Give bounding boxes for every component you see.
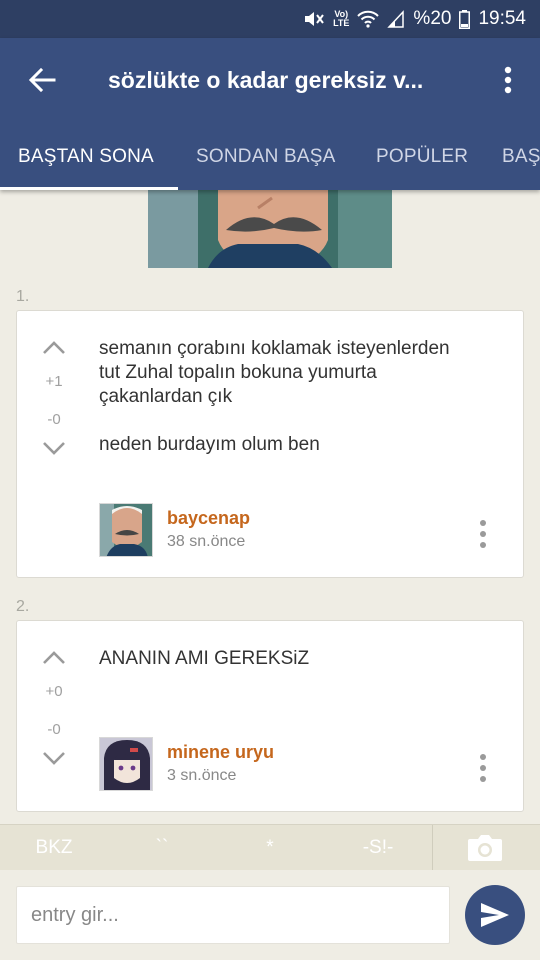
clock: 19:54 (478, 8, 526, 29)
entry-list[interactable]: 1. +1 -0 semanın çorabını koklamak istey… (0, 190, 540, 824)
entry-input[interactable] (16, 886, 450, 944)
overflow-menu-button[interactable] (496, 62, 520, 98)
send-icon (481, 903, 509, 927)
status-bar: Vo) LTE %20 19:54 (0, 0, 540, 38)
active-tab-indicator (0, 187, 178, 190)
upvote-count: +0 (45, 683, 63, 700)
tab-populer[interactable]: POPÜLER (376, 138, 468, 190)
upvote-icon[interactable] (42, 341, 66, 355)
back-button[interactable] (24, 62, 60, 98)
avatar[interactable] (99, 503, 153, 557)
more-vert-icon (504, 66, 512, 94)
author-name[interactable]: minene uryu (167, 742, 274, 763)
entry-text-line: neden burdayım olum ben (99, 434, 320, 455)
signal-icon (387, 10, 405, 28)
tab-bar: BAŞTAN SONA SONDAN BAŞA POPÜLER BAŞ (0, 138, 540, 190)
toolbar-divider (432, 825, 433, 871)
camera-icon[interactable] (466, 833, 504, 863)
downvote-count: -0 (47, 721, 61, 738)
page-title: sözlükte o kadar gereksiz v... (108, 67, 424, 93)
arrow-left-icon (28, 67, 56, 93)
volte-indicator: Vo) LTE (333, 10, 349, 28)
mute-icon (303, 9, 325, 29)
entry-text-line: semanın çorabını koklamak isteyenlerden (99, 338, 450, 359)
battery-text: %20 (413, 8, 452, 29)
wifi-icon (357, 10, 380, 28)
volte-line2: LTE (333, 18, 350, 28)
app-bar: sözlükte o kadar gereksiz v... BAŞTAN SO… (0, 38, 540, 190)
upvote-count: +1 (45, 373, 63, 390)
format-toolbar: BKZ `` * -S!- (0, 824, 540, 871)
bkz-button[interactable]: BKZ (14, 825, 94, 871)
entry-text-line: çakanlardan çık (99, 386, 233, 407)
entry-number: 1. (16, 288, 30, 305)
tab-sondan-basa[interactable]: SONDAN BAŞA (196, 138, 335, 190)
entry-more-icon[interactable] (477, 519, 489, 549)
tab-bastan-sona[interactable]: BAŞTAN SONA (18, 138, 154, 190)
entry-text-line: tut Zuhal topalın bokuna yumurta (99, 362, 377, 383)
battery-icon (459, 9, 471, 29)
compose-row (0, 870, 540, 960)
spoiler-button[interactable]: -S!- (338, 825, 418, 871)
entry-text-line: ANANIN AMI GEREKSiZ (99, 648, 310, 669)
entry-card: +1 -0 semanın çorabını koklamak isteyenl… (16, 310, 524, 578)
downvote-icon[interactable] (42, 441, 66, 455)
entry-card: +0 -0 ANANIN AMI GEREKSiZ minene uryu 3 (16, 620, 524, 812)
star-button[interactable]: * (230, 825, 310, 871)
entry-number: 2. (16, 598, 30, 615)
vote-panel: +1 -0 (37, 335, 71, 465)
entry-more-icon[interactable] (477, 753, 489, 783)
author-row: baycenap 38 sn.önce (99, 503, 499, 557)
avatar[interactable] (99, 737, 153, 791)
entry-time[interactable]: 38 sn.önce (167, 533, 245, 551)
entry-time[interactable]: 3 sn.önce (167, 767, 236, 785)
hidden-bkz-button[interactable]: `` (122, 825, 202, 871)
author-name[interactable]: baycenap (167, 508, 250, 529)
topic-image[interactable] (148, 190, 392, 268)
downvote-icon[interactable] (42, 751, 66, 765)
tab-bas[interactable]: BAŞ (502, 138, 540, 190)
send-button[interactable] (465, 885, 525, 945)
entry-text[interactable]: semanın çorabını koklamak isteyenlerden … (99, 337, 499, 457)
author-row: minene uryu 3 sn.önce (99, 737, 499, 791)
downvote-count: -0 (47, 411, 61, 428)
vote-panel: +0 -0 (37, 645, 71, 775)
upvote-icon[interactable] (42, 651, 66, 665)
entry-text[interactable]: ANANIN AMI GEREKSiZ (99, 647, 499, 671)
